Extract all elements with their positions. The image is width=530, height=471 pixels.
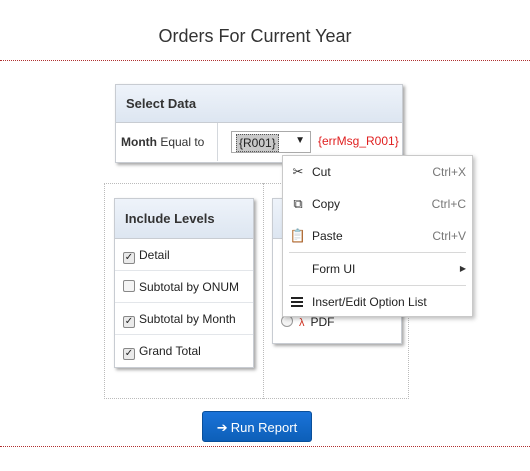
- month-filter-label: Month Equal to: [116, 123, 218, 161]
- level-option-subtotal-onum[interactable]: Subtotal by ONUM: [115, 271, 253, 303]
- menu-item-label: Paste: [312, 229, 343, 243]
- menu-item-label: Cut: [312, 165, 331, 179]
- run-report-button[interactable]: ➔ Run Report: [202, 411, 312, 442]
- report-form-page: Orders For Current Year Select Data Mont…: [0, 0, 530, 471]
- copy-icon: ⧉: [293, 196, 303, 211]
- menu-item-label: Insert/Edit Option List: [312, 295, 427, 309]
- level-option-grand-total[interactable]: ✓ Grand Total: [115, 335, 253, 367]
- bottom-divider: [0, 446, 530, 447]
- context-menu: ✂ Cut Ctrl+X ⧉ Copy Ctrl+C 📋 Paste Ctrl+…: [282, 155, 473, 317]
- level-label: Grand Total: [139, 344, 201, 358]
- run-report-label: Run Report: [230, 420, 298, 435]
- month-field-name: Month: [121, 135, 157, 149]
- operator-text: Equal to: [156, 135, 205, 149]
- checkbox-checked-icon[interactable]: ✓: [123, 252, 135, 264]
- include-levels-header: Include Levels: [115, 199, 253, 239]
- menu-item-copy[interactable]: ⧉ Copy Ctrl+C: [283, 188, 472, 220]
- menu-item-option-list[interactable]: Insert/Edit Option List: [283, 286, 472, 318]
- dropdown-caret-icon[interactable]: ▼: [295, 135, 305, 146]
- level-option-detail[interactable]: ✓ Detail: [115, 239, 253, 271]
- scissors-icon: ✂: [292, 164, 304, 179]
- menu-item-form-ui[interactable]: Form UI ▶: [283, 253, 472, 285]
- checkbox-checked-icon[interactable]: ✓: [123, 348, 135, 360]
- menu-item-shortcut: Ctrl+X: [432, 165, 466, 179]
- menu-item-paste[interactable]: 📋 Paste Ctrl+V: [283, 220, 472, 252]
- select-data-panel: Select Data Month Equal to {R001} ▼ {err…: [115, 84, 403, 163]
- menu-item-label: Copy: [312, 197, 341, 211]
- list-icon: [291, 297, 303, 307]
- month-select[interactable]: {R001} ▼: [231, 131, 311, 153]
- level-option-subtotal-month[interactable]: ✓ Subtotal by Month: [115, 303, 253, 335]
- level-label: Subtotal by ONUM: [139, 280, 240, 294]
- checkbox-checked-icon[interactable]: ✓: [123, 316, 135, 328]
- arrow-right-icon: ➔: [216, 420, 228, 435]
- menu-item-shortcut: Ctrl+C: [431, 197, 466, 211]
- options-column-divider: [263, 183, 264, 399]
- menu-item-label: Form UI: [312, 262, 356, 276]
- menu-item-shortcut: Ctrl+V: [432, 229, 466, 243]
- level-label: Subtotal by Month: [139, 312, 236, 326]
- submenu-arrow-icon: ▶: [459, 264, 466, 273]
- error-message: {errMsg_R001}: [318, 134, 399, 148]
- include-levels-panel: Include Levels ✓ Detail Subtotal by ONUM …: [114, 198, 254, 368]
- select-data-header: Select Data: [116, 85, 402, 123]
- top-divider: [0, 60, 530, 61]
- checkbox-unchecked-icon[interactable]: [123, 280, 135, 292]
- level-label: Detail: [139, 248, 170, 262]
- month-select-value: {R001}: [236, 134, 279, 152]
- clipboard-icon: 📋: [289, 228, 307, 243]
- menu-item-cut[interactable]: ✂ Cut Ctrl+X: [283, 156, 472, 188]
- page-title: Orders For Current Year: [158, 26, 352, 46]
- pdf-icon: λ: [299, 317, 305, 329]
